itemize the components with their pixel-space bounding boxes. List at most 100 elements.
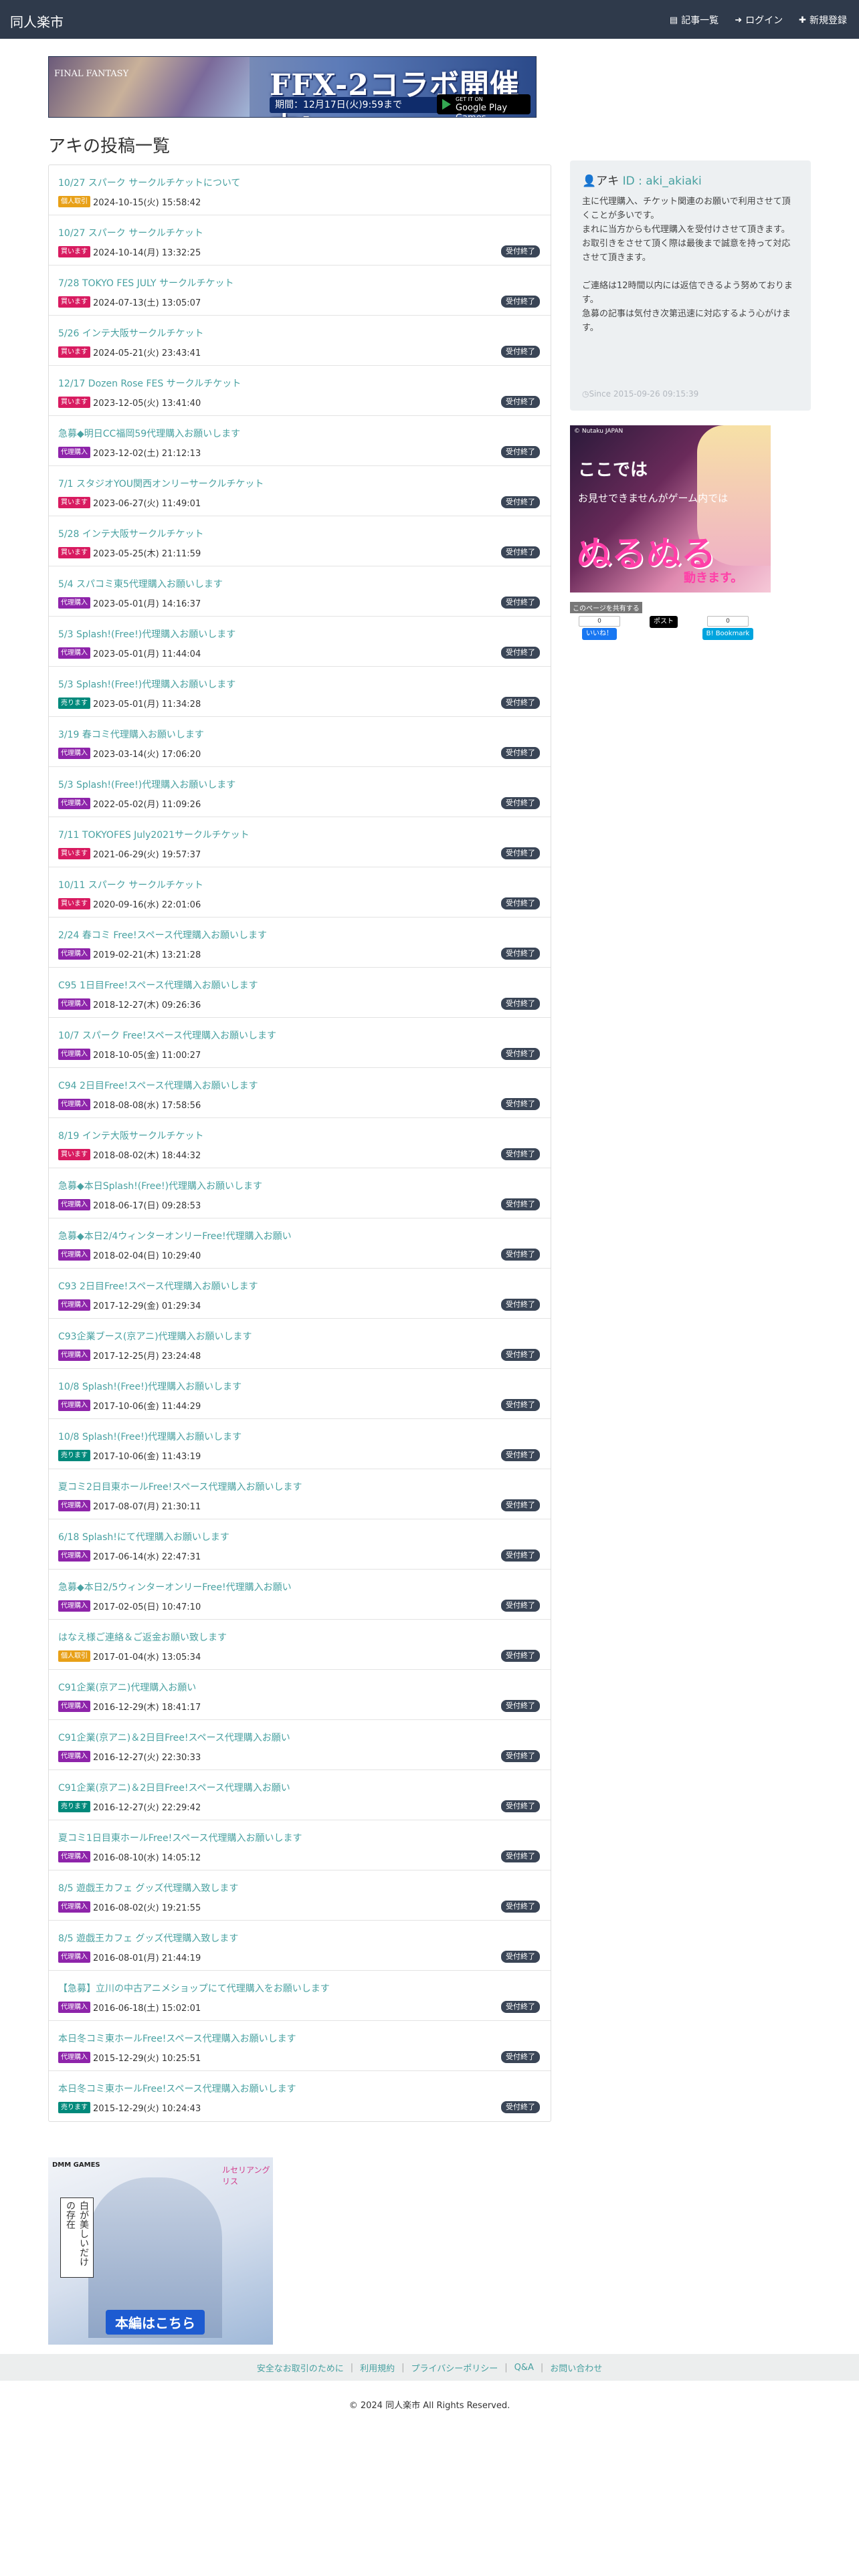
post-title-link[interactable]: 3/19 春コミ代理購入お願いします [58, 728, 204, 741]
post-meta: 代理購入 2018-10-05(金) 11:00:27 [58, 1048, 201, 1061]
post-item: 5/3 Splash!(Free!)代理購入お願いします 代理購入 2023-0… [49, 617, 551, 667]
post-date: 2017-06-14(水) 22:47:31 [93, 1552, 201, 1562]
post-title-link[interactable]: 10/8 Splash!(Free!)代理購入お願いします [58, 1380, 242, 1393]
nav-item-login[interactable]: ➜ ログイン [735, 13, 783, 27]
post-item: 10/8 Splash!(Free!)代理購入お願いします 代理購入 2017-… [49, 1369, 551, 1419]
post-date: 2017-12-29(金) 01:29:34 [93, 1301, 201, 1311]
post-meta: 代理購入 2016-06-18(土) 15:02:01 [58, 2001, 201, 2014]
post-title-link[interactable]: はなえ様ご連絡＆ご返金お願い致します [58, 1630, 227, 1644]
post-type-badge: 代理購入 [58, 1851, 90, 1862]
bottom-ad-cta[interactable]: 本編はこちら [106, 2310, 205, 2335]
post-title-link[interactable]: 5/28 インテ大阪サークルチケット [58, 527, 203, 540]
status-badge: 受付終了 [501, 496, 540, 508]
status-badge: 受付終了 [501, 797, 540, 809]
post-title-link[interactable]: C93 2日目Free!スペース代理購入お願いします [58, 1279, 258, 1293]
footer-link-safety[interactable]: 安全なお取引のために [257, 2361, 344, 2374]
footer-link-terms[interactable]: 利用規約 [360, 2361, 395, 2374]
hatena-bookmark-button[interactable]: B! Bookmark [702, 628, 754, 640]
post-date: 2017-10-06(金) 11:44:29 [93, 1402, 201, 1412]
post-item: C91企業(京アニ)代理購入お願い 代理購入 2016-12-29(木) 18:… [49, 1670, 551, 1720]
post-type-badge: 代理購入 [58, 647, 90, 659]
post-item: C91企業(京アニ)＆2日目Free!スペース代理購入お願い 売ります 2016… [49, 1770, 551, 1820]
footer-link-privacy[interactable]: プライバシーポリシー [411, 2361, 498, 2374]
post-title-link[interactable]: 7/1 スタジオYOU関西オンリーサークルチケット [58, 477, 264, 490]
x-share[interactable]: ポスト [634, 616, 693, 640]
post-title-link[interactable]: 8/19 インテ大阪サークルチケット [58, 1129, 203, 1142]
status-badge: 受付終了 [501, 546, 540, 558]
post-title-link[interactable]: 本日冬コミ東ホールFree!スペース代理購入お願いします [58, 2032, 296, 2045]
side-ad-credit: © Nutaku JAPAN [574, 428, 624, 435]
post-date: 2023-03-14(火) 17:06:20 [93, 750, 201, 760]
brand-logo[interactable]: 同人楽市 [10, 11, 64, 31]
google-play-big-text: Google Play Games [456, 103, 508, 117]
status-badge: 受付終了 [501, 1800, 540, 1812]
profile-id[interactable]: ID : aki_akiaki [623, 175, 702, 188]
post-title-link[interactable]: 急募◆本日2/4ウィンターオンリーFree!代理購入お願い [58, 1229, 292, 1243]
footer-link-faq[interactable]: Q&A [514, 2363, 534, 2373]
post-title-link[interactable]: 7/28 TOKYO FES JULY サークルチケット [58, 276, 234, 290]
facebook-like-button[interactable]: いいね！ [582, 628, 617, 640]
post-meta: 代理購入 2023-05-01(月) 14:16:37 [58, 597, 201, 609]
post-type-badge: 代理購入 [58, 1901, 90, 1913]
post-title-link[interactable]: C91企業(京アニ)代理購入お願い [58, 1681, 196, 1694]
nav-item-label: 新規登録 [809, 15, 847, 26]
post-date: 2019-02-21(木) 13:21:28 [93, 950, 201, 960]
status-badge: 受付終了 [501, 1299, 540, 1311]
x-post-button[interactable]: ポスト [650, 616, 678, 628]
post-title-link[interactable]: 5/3 Splash!(Free!)代理購入お願いします [58, 677, 235, 691]
post-date: 2022-05-02(月) 11:09:26 [93, 800, 201, 810]
post-title-link[interactable]: 夏コミ1日目東ホールFree!スペース代理購入お願いします [58, 1831, 302, 1844]
post-title-link[interactable]: 10/8 Splash!(Free!)代理購入お願いします [58, 1430, 242, 1443]
post-title-link[interactable]: 【急募】立川の中古アニメショップにて代理購入をお願いします [58, 1981, 330, 1995]
post-date: 2016-12-27(火) 22:30:33 [93, 1753, 201, 1763]
post-title-link[interactable]: 2/24 春コミ Free!スペース代理購入お願いします [58, 928, 267, 942]
post-title-link[interactable]: 急募◆本日Splash!(Free!)代理購入お願いします [58, 1179, 262, 1192]
post-meta: 代理購入 2018-02-04(日) 10:29:40 [58, 1249, 201, 1261]
status-badge: 受付終了 [501, 1850, 540, 1862]
bottom-ad-side-text: 白が美しいだけの存在 [60, 2197, 94, 2278]
post-title-link[interactable]: 急募◆本日2/5ウィンターオンリーFree!代理購入お願い [58, 1580, 292, 1594]
post-title-link[interactable]: 5/3 Splash!(Free!)代理購入お願いします [58, 778, 235, 791]
post-title-link[interactable]: 7/11 TOKYOFES July2021サークルチケット [58, 828, 250, 841]
nav-item-register[interactable]: ✚ 新規登録 [799, 13, 847, 27]
status-badge: 受付終了 [501, 296, 540, 308]
post-type-badge: 買います [58, 547, 90, 558]
post-title-link[interactable]: 8/5 遊戯王カフェ グッズ代理購入致します [58, 1931, 238, 1945]
post-title-link[interactable]: 10/27 スパーク サークルチケット [58, 226, 203, 239]
post-type-badge: 個人取引 [58, 196, 90, 207]
post-title-link[interactable]: C91企業(京アニ)＆2日目Free!スペース代理購入お願い [58, 1781, 290, 1794]
post-title-link[interactable]: 5/26 インテ大阪サークルチケット [58, 326, 203, 340]
post-title-link[interactable]: 5/3 Splash!(Free!)代理購入お願いします [58, 627, 235, 641]
post-type-badge: 買います [58, 898, 90, 909]
post-title-link[interactable]: 6/18 Splash!にて代理購入お願いします [58, 1530, 229, 1543]
profile-header: 👤アキ ID : aki_akiaki [582, 171, 799, 188]
side-ad-banner[interactable]: © Nutaku JAPAN ここでは お見せできませんがゲーム内では ぬるぬる… [570, 425, 771, 593]
post-title-link[interactable]: 急募◆明日CC福岡59代理購入お願いします [58, 427, 240, 440]
post-title-link[interactable]: 夏コミ2日目東ホールFree!スペース代理購入お願いします [58, 1480, 302, 1493]
post-meta: 買います 2021-06-29(火) 19:57:37 [58, 847, 201, 860]
post-title-link[interactable]: 12/17 Dozen Rose FES サークルチケット [58, 377, 241, 390]
post-meta: 買います 2024-10-14(月) 13:32:25 [58, 245, 201, 258]
post-title-link[interactable]: C94 2日目Free!スペース代理購入お願いします [58, 1079, 258, 1092]
footer-link-contact[interactable]: お問い合わせ [550, 2361, 602, 2374]
top-ad-banner[interactable]: FINAL FANTASY FFX-2コラボ開催中! 期間：12月17日(火)9… [48, 56, 537, 118]
post-meta: 代理購入 2016-08-10(水) 14:05:12 [58, 1850, 201, 1863]
bottom-ad-banner[interactable]: DMM GAMES ルセリアングリス 白が美しいだけの存在 本編はこちら [48, 2157, 273, 2345]
post-title-link[interactable]: C95 1日目Free!スペース代理購入お願いします [58, 978, 258, 992]
profile-name: アキ [596, 175, 619, 188]
post-title-link[interactable]: C93企業ブース(京アニ)代理購入お願いします [58, 1329, 252, 1343]
share-buttons: 0 いいね！ ポスト 0 B! Bookmark [570, 616, 757, 640]
post-item: 急募◆明日CC福岡59代理購入お願いします 代理購入 2023-12-02(土)… [49, 416, 551, 466]
post-title-link[interactable]: 本日冬コミ東ホールFree!スペース代理購入お願いします [58, 2082, 296, 2095]
nav-item-articles[interactable]: ▤ 記事一覧 [670, 13, 719, 27]
post-title-link[interactable]: 5/4 スパコミ東5代理購入お願いします [58, 577, 223, 591]
bottom-ad-brand: ルセリアングリス [222, 2165, 270, 2186]
post-title-link[interactable]: 8/5 遊戯王カフェ グッズ代理購入致します [58, 1881, 238, 1895]
post-title-link[interactable]: C91企業(京アニ)＆2日目Free!スペース代理購入お願い [58, 1731, 290, 1744]
post-title-link[interactable]: 10/7 スパーク Free!スペース代理購入お願いします [58, 1029, 276, 1042]
hatena-share[interactable]: 0 B! Bookmark [698, 616, 757, 640]
post-title-link[interactable]: 10/27 スパーク サークルチケットについて [58, 176, 240, 189]
post-title-link[interactable]: 10/11 スパーク サークルチケット [58, 878, 203, 891]
facebook-share[interactable]: 0 いいね！ [570, 616, 629, 640]
banner-artwork [49, 57, 250, 117]
